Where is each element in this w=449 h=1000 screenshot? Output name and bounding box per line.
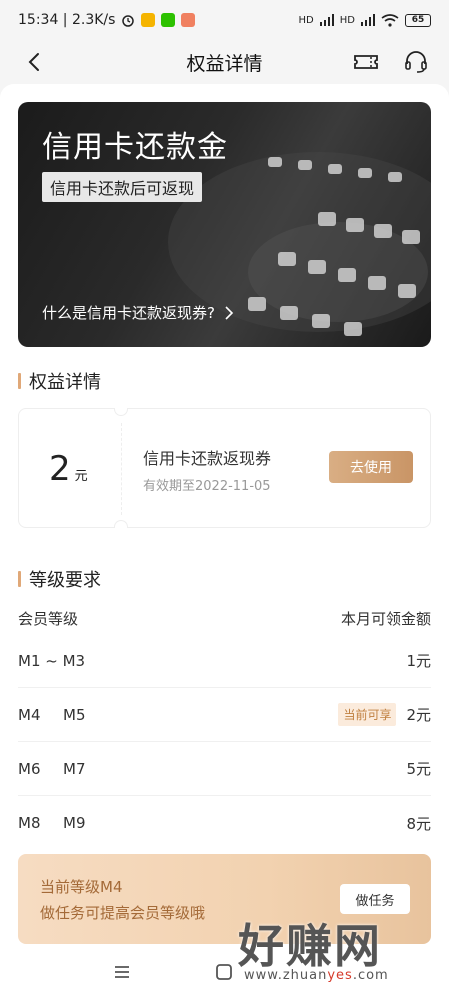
signal-hd-1: HD: [298, 14, 314, 26]
level-row: M1 ~ M3 1元: [18, 634, 431, 688]
level-amount: 8元: [406, 814, 431, 833]
benefit-section-label: 权益详情: [29, 372, 101, 393]
menu-icon[interactable]: [112, 962, 132, 982]
level-row: M6 M7 5元: [18, 742, 431, 796]
home-icon[interactable]: [214, 962, 234, 982]
level-up-hint: 做任务可提高会员等级哦: [40, 904, 206, 922]
coupon-amount: 2 元: [49, 449, 88, 489]
level-amount: 2元: [406, 706, 431, 724]
hero-title: 信用卡还款金: [42, 130, 228, 165]
current-level-badge: 当前可享: [338, 703, 397, 726]
benefit-section-title: 权益详情: [18, 368, 101, 394]
back-icon[interactable]: [22, 48, 50, 76]
level-to: M9: [63, 814, 86, 832]
coupon-amount-number: 2: [49, 449, 71, 489]
level-from: M4: [18, 705, 41, 724]
section-accent-bar: [18, 373, 21, 389]
watermark-url-highlight: yes: [327, 968, 353, 983]
section-accent-bar: [18, 571, 21, 587]
mail-app-icon: [141, 13, 156, 27]
what-is-coupon-link[interactable]: 什么是信用卡还款返现券?: [42, 302, 235, 323]
level-amount: 5元: [406, 760, 431, 778]
status-time-speed: 15:34 | 2.3K/s: [18, 12, 116, 28]
page-title: 权益详情: [186, 52, 263, 75]
current-level-text: 当前等级M4: [40, 878, 123, 896]
wechat-icon: [161, 13, 176, 27]
battery-icon: 65: [405, 13, 431, 27]
chevron-right-icon: [225, 305, 234, 320]
watermark-url-prefix: www.zhuan: [244, 968, 328, 983]
signal-icon-2: [361, 14, 375, 26]
customer-service-icon[interactable]: [402, 48, 430, 76]
level-to: M5: [63, 705, 86, 724]
coupon-divider: [121, 423, 122, 515]
coupon-name: 信用卡还款返现券: [143, 449, 272, 468]
hero-banner: 信用卡还款金 信用卡还款后可返现 什么是信用卡还款返现券?: [18, 102, 431, 347]
level-row: M4 M5 当前可享 2元: [18, 688, 431, 742]
nav-bar: 权益详情: [0, 40, 449, 84]
wifi-icon: [381, 13, 399, 27]
coupon-card: 2 元 信用卡还款返现券 有效期至2022-11-05 去使用: [18, 408, 431, 528]
watermark-url: www.zhuanyes.com: [244, 968, 389, 983]
alarm-icon: [122, 15, 135, 27]
level-range: M1 ~ M3: [18, 651, 86, 670]
signal-icon: [319, 14, 334, 26]
use-coupon-button[interactable]: 去使用: [329, 451, 413, 483]
ticket-icon[interactable]: [352, 48, 380, 76]
coupon-amount-unit: 元: [74, 469, 88, 484]
what-is-coupon-label: 什么是信用卡还款返现券?: [42, 304, 215, 322]
hero-tag: 信用卡还款后可返现: [42, 172, 203, 202]
main-content: 信用卡还款金 信用卡还款后可返现 什么是信用卡还款返现券? 权益详情 2 元 信…: [0, 84, 449, 1000]
app-notification-icon: [181, 13, 196, 27]
column-monthly-amount: 本月可领金额: [340, 610, 431, 628]
level-table-header: 会员等级 本月可领金额: [18, 608, 431, 629]
watermark-url-suffix: .com: [352, 968, 389, 983]
level-section-title: 等级要求: [18, 566, 101, 592]
level-section-label: 等级要求: [29, 570, 101, 591]
level-from: M8: [18, 814, 41, 832]
coupon-notch-top: [114, 408, 128, 416]
level-row: M8 M9 8元: [18, 796, 431, 850]
coupon-expiry: 有效期至2022-11-05: [143, 479, 271, 494]
level-to: M7: [63, 759, 86, 778]
status-bar: 15:34 | 2.3K/s HD HD 65: [0, 0, 449, 40]
coupon-notch-bottom: [114, 520, 128, 528]
level-from: M6: [18, 759, 41, 778]
watermark-logo-text: 好赚网: [238, 919, 382, 973]
signal-hd-2: HD: [339, 14, 355, 26]
level-amount: 1元: [406, 652, 431, 670]
site-watermark: 好赚网 www.zhuanyes.com: [238, 910, 438, 990]
column-member-level: 会员等级: [18, 610, 79, 628]
